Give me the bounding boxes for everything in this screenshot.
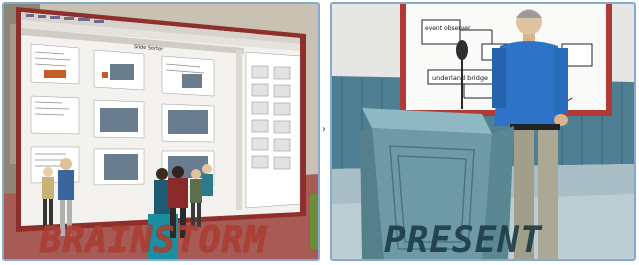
divider-arrow-icon: › xyxy=(322,124,326,135)
brainstorm-caption: BRAINSTORM xyxy=(40,220,267,261)
present-panel: event observer underland bridge PRESENT xyxy=(330,2,636,261)
microphone-icon xyxy=(456,40,468,60)
present-caption: PRESENT xyxy=(384,220,543,261)
avatar xyxy=(202,164,213,196)
diagram-label: underland bridge xyxy=(432,74,488,82)
brainstorm-panel: Slide Sorter BRAINSTORM xyxy=(2,2,320,261)
diagram-label: event observer xyxy=(425,25,471,32)
avatar xyxy=(310,194,318,249)
slide-grid xyxy=(30,43,215,188)
